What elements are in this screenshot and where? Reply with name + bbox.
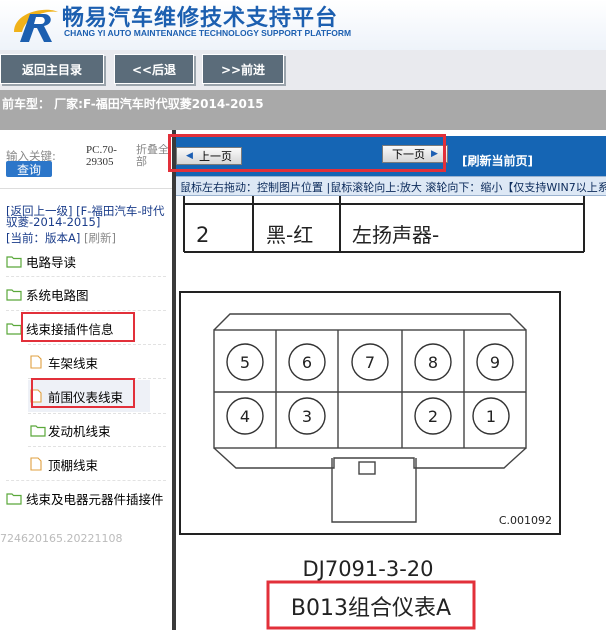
document-icon [30, 457, 42, 471]
tree-item-label: 发动机线束 [48, 423, 111, 439]
header: 畅易汽车维修技术支持平台 CHANG YI AUTO MAINTENANCE T… [0, 0, 606, 50]
tree-item-label: 顶棚线束 [48, 457, 99, 473]
tree-divider [28, 446, 166, 447]
tree-divider [6, 276, 166, 277]
highlight-box [31, 378, 135, 408]
document-icon [30, 355, 42, 369]
nav-bar: 返回主目录 <<后退 >>前进 [0, 50, 606, 90]
tree-item-label: 系统电路图 [26, 287, 89, 303]
tree-item-label: 电路导读 [26, 254, 77, 270]
diagram-code: C.001092 [499, 514, 552, 527]
pin-table: 2 黑-红 左扬声器- [183, 196, 585, 253]
tree-item-component-connectors[interactable]: 线束及电器元器件插接件 [6, 486, 164, 510]
folder-icon [30, 424, 46, 437]
hint-text: 鼠标左右拖动：控制图片位置 |鼠标滚轮向上:放大 滚轮向下：缩小【仅支持WIN7… [180, 181, 606, 194]
highlight-box [21, 312, 135, 342]
pin-number: 5 [240, 353, 250, 372]
model-bar: 前车型： 厂家:F-福田汽车时代驭菱2014-2015 [0, 90, 606, 130]
refresh-page-button[interactable]: [刷新当前页] [462, 152, 533, 169]
tree-item-roof-harness[interactable]: 顶棚线束 [30, 452, 98, 476]
tree-item-engine-harness[interactable]: 发动机线束 [30, 418, 111, 442]
pin-grid: 5 6 7 8 9 4 3 2 1 [226, 343, 514, 435]
pin-number: 4 [240, 407, 250, 426]
pc-code: PC.70-29305 [86, 144, 117, 168]
current-version: [当前：版本A] [刷新] [6, 230, 116, 246]
tree-divider [6, 310, 166, 311]
refresh-link[interactable]: [刷新] [84, 231, 116, 245]
pin-number: 9 [490, 353, 500, 372]
pin-number: 7 [365, 353, 375, 372]
forward-button[interactable]: >>前进 [202, 54, 284, 84]
tree-divider [6, 480, 166, 481]
tree-divider [28, 344, 166, 345]
tree-item-system-diagram[interactable]: 系统电路图 [6, 282, 89, 306]
tree-item-frame-harness[interactable]: 车架线束 [30, 350, 98, 374]
version-number: 724620165.20221108 [0, 532, 123, 545]
logo-icon [14, 9, 58, 42]
tree-item-label: 车架线束 [48, 355, 99, 371]
highlight-box [168, 134, 446, 172]
folder-open-icon [6, 322, 22, 335]
connector-diagram: 2 黑-红 左扬声器- 5 6 7 8 9 4 3 2 1 C.001092 D… [179, 196, 585, 630]
pin-number: 2 [428, 407, 438, 426]
back-button[interactable]: <<后退 [114, 54, 194, 84]
current-model: 前车型： 厂家:F-福田汽车时代驭菱2014-2015 [2, 97, 264, 111]
tree-divider [28, 413, 166, 414]
folder-icon [6, 255, 22, 268]
sidebar: 输入关键: 查询 PC.70-29305 折叠全部 [返回上一级] [F-福田汽… [0, 130, 172, 630]
pin-number: 3 [302, 407, 312, 426]
table-row-color: 黑-红 [266, 223, 313, 247]
table-row-number: 2 [196, 223, 209, 247]
search-button[interactable]: 查询 [6, 161, 52, 177]
collapse-all-button[interactable]: 折叠全部 [136, 144, 172, 168]
hint-bar: 鼠标左右拖动：控制图片位置 |鼠标滚轮向上:放大 滚轮向下：缩小【仅支持WIN7… [176, 176, 606, 196]
current-version-label: [当前：版本A] [6, 231, 81, 245]
tree-item-circuit-guide[interactable]: 电路导读 [6, 249, 76, 273]
connector-id: DJ7091-3-20 [302, 557, 433, 581]
connector-name: B013组合仪表A [291, 596, 451, 621]
connector-outline [213, 313, 527, 523]
platform-subtitle: CHANG YI AUTO MAINTENANCE TECHNOLOGY SUP… [64, 28, 352, 38]
folder-icon [6, 492, 22, 505]
pin-number: 6 [302, 353, 312, 372]
home-button[interactable]: 返回主目录 [0, 54, 104, 84]
connector-frame [179, 291, 561, 535]
folder-icon [6, 288, 22, 301]
back-up-link[interactable]: [返回上一级] [F-福田汽车-时代驭菱-2014-2015] [6, 205, 166, 228]
tree-item-label: 线束及电器元器件插接件 [26, 491, 164, 507]
diagram-viewer[interactable]: 2 黑-红 左扬声器- 5 6 7 8 9 4 3 2 1 C.001092 D… [176, 196, 606, 630]
pin-number: 8 [428, 353, 438, 372]
sidebar-divider [0, 188, 172, 189]
pin-number: 1 [486, 407, 496, 426]
table-row-description: 左扬声器- [352, 223, 439, 247]
